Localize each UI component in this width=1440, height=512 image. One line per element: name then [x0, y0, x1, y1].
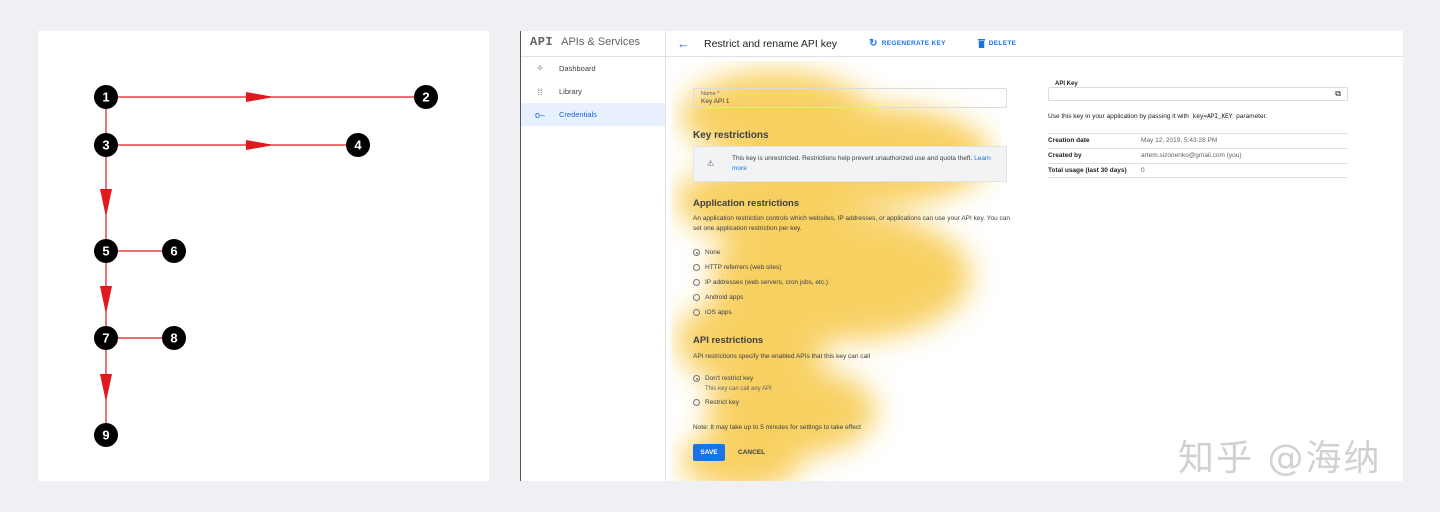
radio-selected-icon — [693, 375, 700, 382]
node-6-label: 6 — [170, 244, 177, 259]
radio-icon — [693, 399, 700, 406]
settings-delay-note: Note: It may take up to 5 minutes for se… — [693, 424, 861, 431]
key-icon: o– — [535, 109, 546, 120]
name-field[interactable]: Name * Key API 1 — [693, 88, 1007, 108]
node-5: 5 — [94, 239, 118, 263]
radio-icon — [693, 294, 700, 301]
sidebar-item-credentials[interactable]: o– Credentials — [521, 103, 665, 126]
arrow-5-7 — [100, 286, 112, 314]
arrow-7-9 — [100, 374, 112, 402]
warning-message: This key is unrestricted. Restrictions h… — [732, 154, 992, 174]
unrestricted-warning: ⚠ This key is unrestricted. Restrictions… — [693, 146, 1007, 182]
radio-none[interactable]: None — [693, 249, 721, 256]
sidebar-item-label: Dashboard — [559, 64, 596, 73]
library-icon: ⁞⁞ — [537, 86, 543, 97]
sidebar-divider — [665, 31, 666, 481]
arrow-1-2 — [246, 92, 274, 102]
radio-http-referrers[interactable]: HTTP referrers (web sites) — [693, 264, 781, 271]
flow-diagram: 1 2 3 4 5 6 7 8 9 — [38, 31, 489, 481]
radio-label: IP addresses (web servers, cron jobs, et… — [705, 279, 829, 286]
meta-key: Creation date — [1048, 133, 1141, 149]
node-1: 1 — [94, 85, 118, 109]
usage-instructions: Use this key in your application by pass… — [1048, 113, 1267, 120]
radio-ip-addresses[interactable]: IP addresses (web servers, cron jobs, et… — [693, 279, 828, 286]
name-field-label: Name * — [701, 91, 720, 97]
node-3-label: 3 — [102, 138, 109, 153]
radio-label: HTTP referrers (web sites) — [705, 264, 782, 271]
radio-label: iOS apps — [705, 309, 732, 316]
save-button[interactable]: SAVE — [693, 444, 725, 461]
api-logo-icon: API — [530, 35, 554, 49]
api-key-field[interactable]: API Key ⧉ — [1048, 81, 1348, 101]
usage-code: key=API_KEY — [1190, 113, 1235, 120]
radio-android-apps[interactable]: Android apps — [693, 294, 743, 301]
radio-ios-apps[interactable]: iOS apps — [693, 309, 732, 316]
brand[interactable]: API APIs & Services — [530, 35, 640, 49]
meta-value: May 12, 2019, 5:43:28 PM — [1141, 133, 1348, 149]
key-form: Name * Key API 1 Key restrictions ⚠ This… — [693, 31, 1023, 481]
radio-selected-icon — [693, 249, 700, 256]
sidebar-item-library[interactable]: ⁞⁞ Library — [521, 80, 665, 103]
api-console-screenshot: API APIs & Services ← Restrict and renam… — [520, 31, 1403, 481]
radio-label: None — [705, 249, 721, 256]
key-restrictions-heading: Key restrictions — [693, 130, 769, 141]
radio-label: Don't restrict key — [705, 375, 754, 382]
meta-value: 0 — [1141, 162, 1348, 179]
table-row: Creation date May 12, 2019, 5:43:28 PM — [1048, 133, 1348, 149]
cancel-button[interactable]: CANCEL — [738, 444, 765, 461]
warning-text: This key is unrestricted. Restrictions h… — [732, 155, 973, 162]
application-restrictions-description: An application restriction controls whic… — [693, 215, 1010, 233]
radio-icon — [693, 264, 700, 271]
key-metadata-table: Creation date May 12, 2019, 5:43:28 PM C… — [1048, 133, 1348, 179]
node-4-label: 4 — [354, 138, 362, 153]
radio-dont-restrict-key[interactable]: Don't restrict key — [693, 375, 753, 382]
table-row: Created by artem.sizonenko@gmail.com (yo… — [1048, 147, 1348, 163]
radio-icon — [693, 279, 700, 286]
copy-icon[interactable]: ⧉ — [1335, 89, 1341, 99]
sidebar-item-label: Credentials — [559, 110, 597, 119]
node-1-label: 1 — [102, 90, 109, 105]
node-8-label: 8 — [170, 331, 177, 346]
table-row: Total usage (last 30 days) 0 — [1048, 162, 1348, 179]
brand-title: APIs & Services — [561, 36, 640, 48]
node-2-label: 2 — [422, 90, 429, 105]
dashboard-icon: ✧ — [536, 63, 544, 73]
dont-restrict-note: This key can call any API — [705, 386, 772, 392]
name-field-value: Key API 1 — [701, 98, 730, 105]
api-restrictions-heading: API restrictions — [693, 335, 764, 346]
radio-label: Restrict key — [705, 399, 739, 406]
node-7: 7 — [94, 326, 118, 350]
api-key-label: API Key — [1053, 81, 1080, 87]
node-3: 3 — [94, 133, 118, 157]
usage-text-after: parameter. — [1236, 113, 1268, 120]
back-arrow-icon[interactable]: ← — [677, 36, 690, 51]
node-8: 8 — [162, 326, 186, 350]
radio-restrict-key[interactable]: Restrict key — [693, 399, 739, 406]
sidebar: ✧ Dashboard ⁞⁞ Library o– Credentials — [521, 57, 665, 126]
node-4: 4 — [346, 133, 370, 157]
api-restrictions-description: API restrictions specify the enabled API… — [693, 353, 871, 360]
meta-key: Total usage (last 30 days) — [1048, 162, 1141, 179]
warning-icon: ⚠ — [707, 159, 715, 168]
arrow-3-5 — [100, 189, 112, 217]
node-7-label: 7 — [102, 331, 109, 346]
radio-label: Android apps — [705, 294, 744, 301]
sidebar-item-dashboard[interactable]: ✧ Dashboard — [521, 57, 665, 80]
radio-icon — [693, 309, 700, 316]
node-9-label: 9 — [102, 428, 109, 443]
node-9: 9 — [94, 423, 118, 447]
watermark: 知乎 @海纳 — [1178, 438, 1382, 479]
sidebar-item-label: Library — [559, 87, 582, 96]
node-5-label: 5 — [102, 244, 109, 259]
arrow-3-4 — [246, 140, 274, 150]
node-6: 6 — [162, 239, 186, 263]
meta-key: Created by — [1048, 147, 1141, 163]
meta-value: artem.sizonenko@gmail.com (you) — [1141, 147, 1348, 163]
flow-diagram-svg: 1 2 3 4 5 6 7 8 9 — [94, 85, 438, 447]
usage-text-before: Use this key in your application by pass… — [1048, 113, 1189, 120]
node-2: 2 — [414, 85, 438, 109]
application-restrictions-heading: Application restrictions — [693, 198, 800, 209]
